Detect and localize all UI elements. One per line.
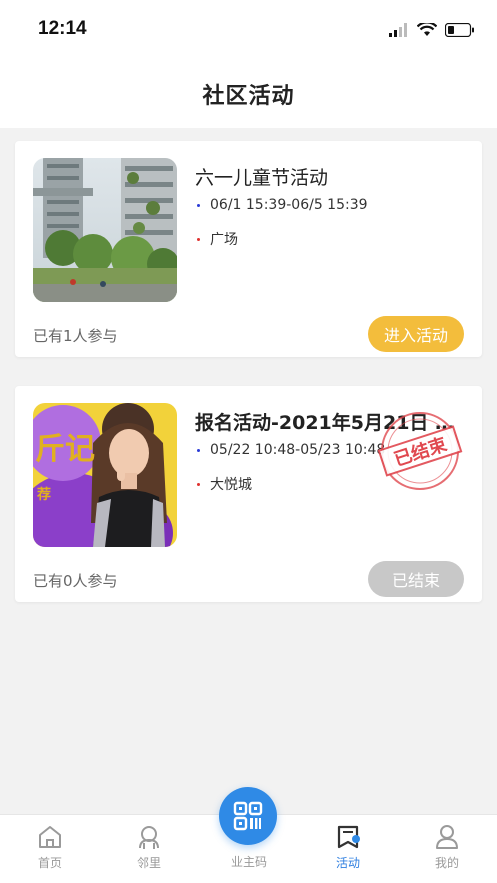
- page-title: 社区活动: [202, 84, 295, 109]
- activity-icon: [337, 825, 360, 849]
- qr-code-icon: [233, 801, 263, 831]
- signal-icon: [389, 23, 407, 37]
- status-time: 12:14: [38, 18, 87, 39]
- ended-button[interactable]: 已结束: [368, 561, 464, 597]
- page-header: 社区活动: [0, 60, 497, 128]
- person-icon: [436, 825, 458, 849]
- tab-neighbor[interactable]: 邻里: [99, 815, 199, 883]
- activity-location-row: 大悦城: [197, 474, 252, 494]
- enter-activity-button[interactable]: 进入活动: [368, 316, 464, 352]
- activity-time: 06/1 15:39-06/5 15:39: [210, 197, 368, 213]
- activity-location-row: 广场: [197, 229, 238, 249]
- status-icons: [389, 20, 475, 40]
- activity-location: 大悦城: [210, 477, 252, 493]
- bullet-dot: [197, 237, 200, 241]
- tab-home[interactable]: 首页: [0, 815, 100, 883]
- poster-text: 斤记: [35, 432, 95, 467]
- bullet-dot: [197, 203, 200, 207]
- tab-label: 活动: [335, 856, 360, 870]
- tab-label: 邻里: [136, 856, 161, 870]
- home-icon: [39, 826, 61, 848]
- tab-label: 首页: [37, 856, 62, 870]
- wifi-icon: [417, 23, 437, 36]
- activity-card[interactable]: 六一儿童节活动 06/1 15:39-06/5 15:39 广场 已有1人参与 …: [15, 141, 482, 357]
- activity-thumbnail: [33, 158, 177, 302]
- battery-icon: [445, 23, 474, 37]
- ended-stamp: 已结束: [375, 406, 465, 496]
- owner-qr-button[interactable]: [219, 787, 277, 845]
- tab-label: 我的: [434, 856, 459, 870]
- bullet-dot: [197, 448, 200, 452]
- activity-thumbnail: 斤记 荐: [33, 403, 177, 547]
- neighbor-icon: [139, 826, 159, 849]
- tab-mine[interactable]: 我的: [397, 815, 497, 883]
- tab-label: 业主码: [230, 855, 267, 869]
- activity-title: 六一儿童节活动: [195, 167, 329, 189]
- poster-text: 荐: [37, 486, 51, 503]
- activity-time: 05/22 10:48-05/23 10:48: [210, 442, 386, 458]
- activity-time-row: 06/1 15:39-06/5 15:39: [197, 197, 368, 213]
- activity-time-row: 05/22 10:48-05/23 10:48: [197, 442, 385, 458]
- bullet-dot: [197, 482, 200, 486]
- status-bar: 12:14: [0, 0, 497, 60]
- tab-activity[interactable]: 活动: [298, 815, 398, 883]
- participant-count: 已有1人参与: [33, 327, 118, 345]
- activity-card[interactable]: 斤记 荐 报名活动-2021年5月21日 1... 05/22 10:48-05…: [15, 386, 482, 602]
- activity-location: 广场: [210, 232, 238, 248]
- participant-count: 已有0人参与: [33, 572, 118, 590]
